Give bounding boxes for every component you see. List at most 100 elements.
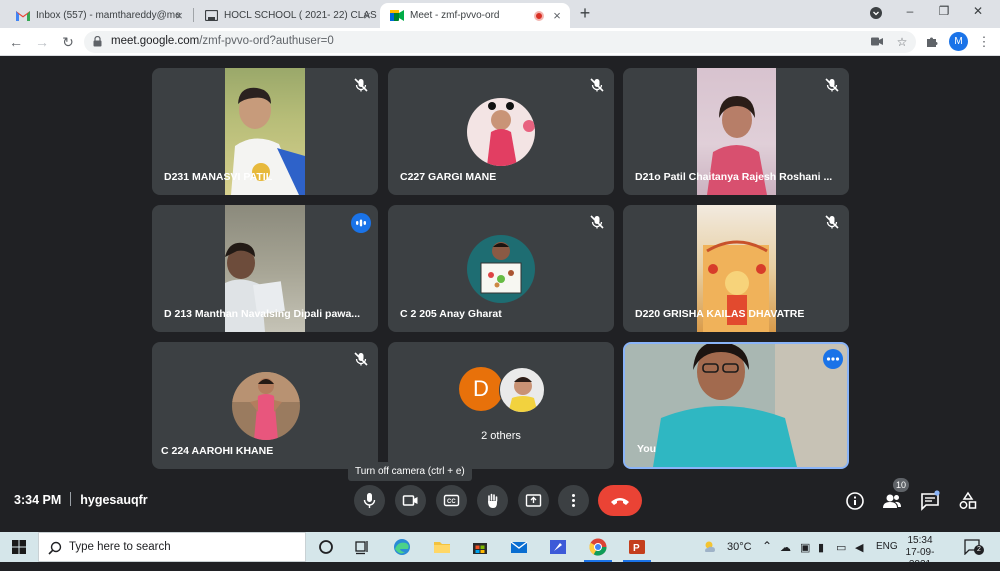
more-vert-icon: [572, 494, 575, 507]
close-window-button[interactable]: ✕: [968, 4, 988, 18]
show-hidden-icons-icon[interactable]: ⌃: [762, 539, 772, 553]
mic-off-icon: [590, 78, 604, 92]
mic-off-icon: [354, 78, 368, 92]
chat-button[interactable]: [919, 490, 941, 512]
cortana-icon[interactable]: [316, 537, 336, 557]
powerpoint-taskbar-button[interactable]: P: [623, 537, 651, 562]
windows-start-icon[interactable]: [12, 540, 26, 554]
volume-icon[interactable]: ◀: [855, 541, 863, 554]
weather-icon[interactable]: [702, 539, 718, 555]
bookmark-star-icon[interactable]: ☆: [894, 34, 910, 50]
system-clock[interactable]: 15:34 17-09-2021: [900, 535, 940, 571]
svg-text:P: P: [633, 543, 640, 554]
participant-tile[interactable]: C227 GARGI MANE: [388, 68, 614, 195]
present-screen-icon: [525, 494, 542, 507]
participant-tile[interactable]: C 2 205 Anay Gharat: [388, 205, 614, 332]
microsoft-store-icon[interactable]: [470, 537, 490, 557]
microphone-button[interactable]: [354, 485, 385, 516]
activities-button[interactable]: [957, 490, 979, 512]
edge-browser-icon[interactable]: [392, 537, 412, 557]
leave-call-button[interactable]: [598, 485, 642, 516]
forward-arrow-icon[interactable]: →: [33, 33, 51, 51]
paint-app-icon[interactable]: [548, 537, 568, 557]
people-button[interactable]: [881, 490, 903, 512]
back-arrow-icon[interactable]: ←: [7, 33, 25, 51]
recording-indicator-icon: [534, 11, 544, 21]
chrome-taskbar-button[interactable]: [584, 537, 612, 562]
weather-temperature[interactable]: 30°C: [727, 541, 752, 553]
present-screen-button[interactable]: [518, 485, 549, 516]
microphone-icon: [363, 493, 376, 508]
camera-button[interactable]: [395, 485, 426, 516]
mail-icon[interactable]: [509, 537, 529, 557]
participant-name: You: [637, 443, 657, 455]
extensions-puzzle-icon[interactable]: [923, 33, 941, 51]
meeting-code: hygesauqfr: [80, 493, 148, 507]
speaking-indicator-icon: [351, 213, 371, 233]
taskbar-search-box[interactable]: Type here to search: [38, 532, 306, 562]
raise-hand-button[interactable]: [477, 485, 508, 516]
mic-tray-icon[interactable]: ▮: [818, 541, 824, 554]
participant-avatar: [232, 372, 300, 440]
divider: [70, 492, 72, 506]
more-options-button[interactable]: [558, 485, 589, 516]
participant-tile[interactable]: D220 GRISHA KAILAS DHAVATRE: [623, 205, 849, 332]
meeting-details: 3:34 PM hygesauqfr: [14, 492, 148, 507]
meeting-details-button[interactable]: [844, 490, 866, 512]
close-tab-icon[interactable]: ×: [172, 8, 186, 23]
svg-text:CC: CC: [447, 499, 456, 505]
clock-time: 15:34: [907, 535, 933, 546]
battery-icon[interactable]: ▭: [836, 541, 846, 554]
new-tab-button[interactable]: +: [576, 4, 594, 22]
participant-tile[interactable]: D 213 Manthan Navalsing Dipali pawa...: [152, 205, 378, 332]
hang-up-phone-icon: [611, 498, 629, 505]
participant-tile[interactable]: D231 MANASVI PATIL: [152, 68, 378, 195]
browser-tab-strip: Inbox (557) - mamthareddy@me × HOCL SCHO…: [0, 0, 1000, 28]
participant-name: C227 GARGI MANE: [400, 171, 497, 183]
more-options-icon[interactable]: [823, 349, 843, 369]
classroom-icon: [204, 9, 218, 23]
browser-menu-icon[interactable]: ⋮: [975, 33, 993, 51]
tab-classroom[interactable]: HOCL SCHOOL ( 2021- 22) CLAS ×: [194, 3, 380, 28]
close-tab-icon[interactable]: ×: [360, 8, 374, 23]
participant-tile[interactable]: C 224 AAROHI KHANE: [152, 342, 378, 469]
participant-tile[interactable]: D21o Patil Chaitanya Rajesh Roshani ...: [623, 68, 849, 195]
meet-icon: [390, 9, 404, 23]
mic-off-icon: [825, 215, 839, 229]
closed-captions-icon: CC: [443, 494, 460, 507]
camera-tray-icon[interactable]: ▣: [800, 541, 810, 554]
captions-button[interactable]: CC: [436, 485, 467, 516]
profile-avatar[interactable]: M: [949, 32, 968, 51]
chat-icon: [921, 490, 940, 511]
search-icon: [48, 541, 62, 555]
input-language[interactable]: ENG: [876, 541, 898, 552]
tab-meet[interactable]: Meet - zmf-pvvo-ord ×: [380, 3, 570, 28]
lock-icon[interactable]: [93, 36, 102, 47]
task-view-icon[interactable]: [352, 537, 372, 557]
notification-count: 2: [974, 545, 984, 555]
others-tile[interactable]: D 2 others: [388, 342, 614, 469]
close-tab-icon[interactable]: ×: [550, 8, 564, 23]
participant-name: C 224 AAROHI KHANE: [161, 445, 274, 457]
search-placeholder: Type here to search: [69, 541, 171, 553]
tab-title: Meet - zmf-pvvo-ord: [410, 10, 500, 21]
chrome-icon: [589, 538, 607, 556]
reload-icon[interactable]: ↻: [59, 33, 77, 51]
notifications-button[interactable]: 2: [964, 539, 984, 556]
camera-tooltip: Turn off camera (ctrl + e): [348, 462, 472, 481]
restore-window-button[interactable]: ❐: [934, 4, 954, 18]
people-count-badge: 10: [893, 478, 910, 492]
tab-search-icon[interactable]: [866, 4, 886, 22]
mic-off-icon: [354, 352, 368, 366]
meeting-time: 3:34 PM: [14, 493, 62, 507]
tab-title: HOCL SCHOOL ( 2021- 22) CLAS: [224, 10, 377, 21]
tab-gmail[interactable]: Inbox (557) - mamthareddy@me ×: [6, 3, 192, 28]
minimize-window-button[interactable]: –: [900, 4, 920, 18]
participant-avatar: [499, 367, 545, 413]
onedrive-icon[interactable]: ☁: [780, 541, 791, 554]
file-explorer-icon[interactable]: [432, 537, 452, 557]
address-bar[interactable]: meet.google.com/zmf-pvvo-ord?authuser=0 …: [84, 31, 916, 53]
camera-in-use-icon[interactable]: [869, 34, 885, 50]
participant-name: D21o Patil Chaitanya Rajesh Roshani ...: [635, 171, 833, 183]
self-view-tile[interactable]: You: [623, 342, 849, 469]
